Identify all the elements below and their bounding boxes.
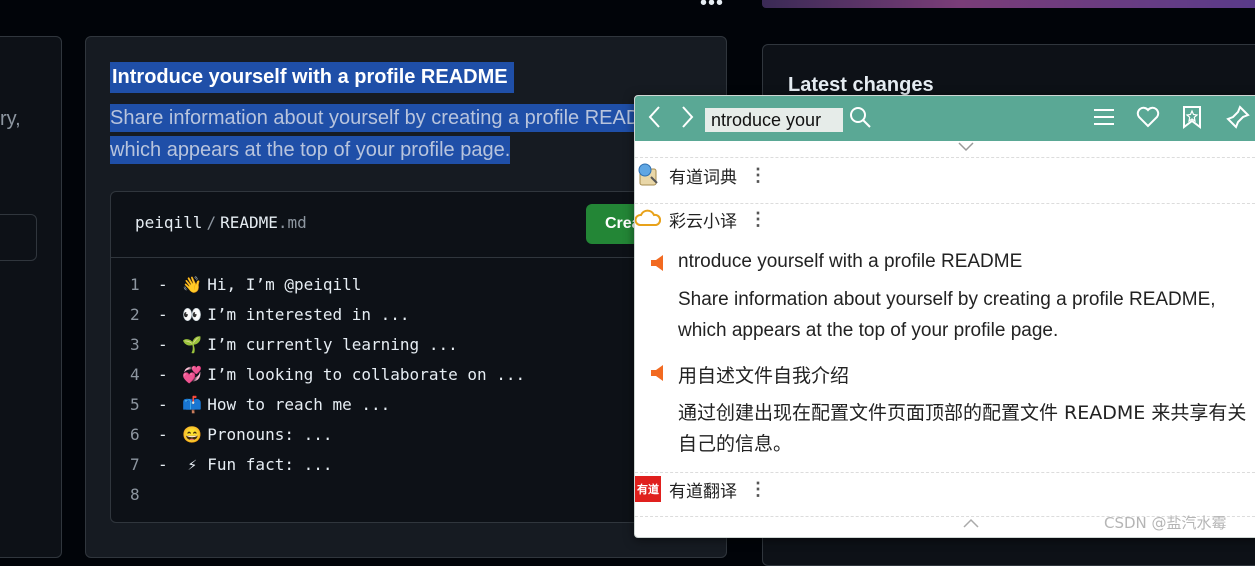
code-line: 4- 💞️ I’m looking to collaborate on ... — [130, 360, 525, 390]
source-caiyun[interactable]: 彩云小译 ⋮ — [635, 204, 767, 234]
line-number: 3 — [130, 335, 140, 354]
csdn-watermark: CSDN @盐汽水霉 — [1104, 514, 1227, 532]
pin-icon[interactable] — [1226, 105, 1250, 135]
path-separator: / — [206, 213, 217, 232]
search-icon[interactable] — [848, 105, 872, 135]
expand-chevron-icon[interactable] — [962, 516, 980, 532]
back-icon[interactable] — [647, 105, 661, 135]
readme-description-line1: Share information about yourself by crea… — [110, 104, 676, 132]
list-dash: - — [158, 305, 178, 324]
translation-popup: ntroduce your 有道词典 ⋮ 彩云小译 ⋮ ntroduce you… — [634, 95, 1255, 538]
more-vertical-icon[interactable]: ⋮ — [749, 209, 767, 230]
line-text: Hi, I’m @peiqill — [207, 275, 362, 294]
readme-card-title: Introduce yourself with a profile README — [110, 62, 514, 93]
speaker-icon[interactable] — [649, 364, 667, 382]
list-dash: - — [158, 335, 178, 354]
caiyun-cloud-icon — [635, 206, 661, 232]
line-number: 2 — [130, 305, 140, 324]
readme-description-line2: which appears at the top of your profile… — [110, 136, 511, 164]
latest-changes-title: Latest changes — [788, 74, 934, 96]
chinese-translation-line2: 自己的信息。 — [678, 433, 793, 455]
youdao-fanyi-logo-icon: 有道 — [635, 476, 661, 502]
path-user: peiqill — [135, 213, 203, 232]
collapse-chevron-icon[interactable] — [957, 140, 975, 156]
youdao-dict-icon — [635, 162, 661, 188]
english-source-title: ntroduce yourself with a profile README — [678, 251, 1023, 272]
chinese-translation-title: 用自述文件自我介绍 — [678, 365, 850, 387]
list-dash: - — [158, 395, 178, 414]
source-name: 彩云小译 — [669, 211, 737, 232]
chinese-translation-line1: 通过创建出现在配置文件页面顶部的配置文件 README 来共享有关 — [678, 402, 1247, 424]
emoji-icon: 💞️ — [182, 365, 203, 384]
list-dash: - — [158, 365, 178, 384]
emoji-icon: 📫 — [182, 395, 203, 414]
code-line: 7- ⚡ Fun fact: ... — [130, 450, 333, 480]
readme-file-path: peiqill / README.md — [135, 213, 307, 232]
emoji-icon: ⚡ — [187, 455, 198, 474]
list-dash: - — [158, 455, 178, 474]
source-name: 有道翻译 — [669, 481, 737, 502]
bookmark-star-icon[interactable] — [1181, 105, 1203, 135]
line-number: 7 — [130, 455, 140, 474]
heart-icon[interactable] — [1136, 105, 1160, 135]
path-extension: .md — [277, 213, 307, 232]
english-source-line1: Share information about yourself by crea… — [678, 289, 1216, 310]
emoji-icon: 👀 — [182, 305, 203, 324]
english-source-line2: which appears at the top of your profile… — [678, 320, 1059, 341]
list-dash: - — [158, 425, 178, 444]
speaker-icon[interactable] — [649, 254, 667, 272]
banner-gradient — [762, 0, 1255, 8]
code-line: 5- 📫 How to reach me ... — [130, 390, 390, 420]
line-number: 4 — [130, 365, 140, 384]
code-line: 6- 😄 Pronouns: ... — [130, 420, 333, 450]
popup-divider — [635, 472, 1255, 473]
code-line: 1- 👋 Hi, I’m @peiqill — [130, 270, 361, 300]
line-text: I’m currently learning ... — [207, 335, 458, 354]
line-number: 5 — [130, 395, 140, 414]
line-text: Fun fact: ... — [207, 455, 333, 474]
line-text: Pronouns: ... — [207, 425, 333, 444]
menu-icon[interactable] — [1092, 105, 1116, 135]
emoji-icon: 🌱 — [182, 335, 203, 354]
more-vertical-icon[interactable]: ⋮ — [749, 479, 767, 500]
popup-search-input[interactable]: ntroduce your — [705, 108, 843, 132]
code-line: 8 — [130, 480, 158, 510]
line-text: I’m looking to collaborate on ... — [207, 365, 526, 384]
more-options-icon[interactable]: ••• — [700, 0, 724, 15]
emoji-icon: 😄 — [182, 425, 203, 444]
line-number: 1 — [130, 275, 140, 294]
left-card-button[interactable] — [0, 214, 37, 261]
source-name: 有道词典 — [669, 167, 737, 188]
popup-divider — [635, 157, 1255, 158]
source-youdao-fanyi[interactable]: 有道 有道翻译 ⋮ — [635, 474, 767, 504]
path-file: README — [220, 213, 278, 232]
forward-icon[interactable] — [681, 105, 695, 135]
code-line: 2- 👀 I’m interested in ... — [130, 300, 410, 330]
source-youdao-dict[interactable]: 有道词典 ⋮ — [635, 160, 767, 190]
line-number: 8 — [130, 485, 140, 504]
more-vertical-icon[interactable]: ⋮ — [749, 165, 767, 186]
line-number: 6 — [130, 425, 140, 444]
line-text: How to reach me ... — [207, 395, 391, 414]
line-text: I’m interested in ... — [207, 305, 410, 324]
list-dash: - — [158, 275, 178, 294]
left-card-text: ry, — [0, 108, 21, 130]
code-line: 3- 🌱 I’m currently learning ... — [130, 330, 458, 360]
popup-toolbar: ntroduce your — [635, 96, 1255, 141]
emoji-icon: 👋 — [182, 275, 203, 294]
